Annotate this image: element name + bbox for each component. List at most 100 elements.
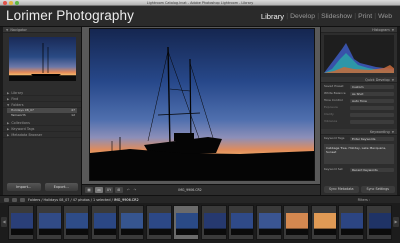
second-window-button[interactable]: [4, 197, 9, 202]
filmstrip-thumbnail[interactable]: [228, 205, 254, 240]
sunset-boat-photo: [90, 29, 314, 180]
section-library-label: Library: [11, 91, 24, 95]
collapse-triangle-icon: ▼: [391, 77, 394, 82]
thumbnail-image: [341, 213, 363, 235]
expand-triangle-icon: ▶: [7, 133, 10, 137]
right-panel: Histogram ▼ Quick Develop ▼ Saved Preset…: [320, 27, 397, 195]
filmstrip-thumbnail[interactable]: [310, 205, 337, 240]
loupe-view-button[interactable]: ▭: [95, 187, 103, 193]
import-button[interactable]: Import...: [7, 183, 41, 191]
keyword-tags-label: Keyword Tags: [324, 136, 345, 140]
module-picker: Library | Develop | Slideshow | Print | …: [259, 12, 394, 21]
qd-row-label: Exposure: [324, 105, 338, 109]
thumbnail-image: [148, 213, 171, 235]
sync-settings-button[interactable]: Sync Settings: [360, 186, 395, 193]
filmstrip-bar: Folders / Holidays 08_07 / 47 photos / 1…: [0, 195, 400, 203]
module-web[interactable]: Web: [376, 13, 394, 20]
forward-button[interactable]: [20, 197, 25, 202]
loupe-view: [82, 27, 320, 184]
qd-row-label: Tone Control: [324, 98, 343, 102]
thumbnail-image: [313, 213, 336, 235]
filmstrip-scroll-right-button[interactable]: ▶: [393, 217, 399, 227]
filmstrip-source-path[interactable]: Folders / Holidays 08_07 / 47 photos / 1…: [28, 198, 139, 202]
identity-plate: Lorimer Photography: [6, 8, 134, 23]
qd-white-balance-row: White Balance As Shot: [321, 90, 397, 97]
module-develop[interactable]: Develop: [288, 13, 317, 20]
filmstrip-thumbnail[interactable]: [145, 205, 172, 240]
saved-preset-select[interactable]: Custom: [350, 84, 394, 89]
module-library[interactable]: Library: [259, 12, 286, 21]
filmstrip-thumbnail[interactable]: [8, 205, 34, 240]
toolbar-filename: IMG_9906.CR2: [178, 188, 202, 192]
navigator-header[interactable]: ▼ Navigator: [3, 27, 81, 33]
keyword-set-select[interactable]: Recent Keywords: [350, 167, 394, 172]
filmstrip-thumbnail[interactable]: [90, 205, 117, 240]
thumbnail-image: [258, 213, 281, 235]
filmstrip-thumbnail[interactable]: [283, 205, 309, 240]
collapse-triangle-icon: ▼: [6, 27, 9, 32]
collapse-triangle-icon: ▼: [391, 27, 394, 32]
survey-view-button[interactable]: ⊞: [115, 187, 123, 193]
thumbnail-image: [203, 213, 226, 235]
vibrance-stepper[interactable]: [350, 119, 394, 124]
identity-bar: Lorimer Photography Library | Develop | …: [0, 6, 400, 27]
white-balance-select[interactable]: As Shot: [350, 91, 394, 96]
thumbnail-image: [11, 213, 33, 235]
thumbnail-image: [176, 213, 198, 235]
grid-view-button[interactable]: ▦: [85, 187, 93, 193]
keywording-title: Keywording: [369, 129, 390, 134]
keyword-tags-select[interactable]: Enter Keywords: [350, 136, 394, 141]
section-keyword-tags-label: Keyword Tags: [11, 127, 35, 131]
main-photo[interactable]: [89, 28, 315, 181]
filmstrip-thumbnail[interactable]: [173, 205, 199, 240]
sync-metadata-button[interactable]: Sync Metadata: [324, 186, 359, 193]
collapse-triangle-icon: ▼: [391, 129, 394, 134]
thumbnail-image: [66, 213, 88, 235]
export-button[interactable]: Export...: [44, 183, 78, 191]
foreground-shore: [90, 149, 314, 180]
exposure-stepper[interactable]: [350, 105, 394, 110]
filmstrip-scroll-left-button[interactable]: ◀: [1, 217, 7, 227]
filmstrip-path-prefix: Folders / Holidays 08_07 / 47 photos / 1…: [28, 197, 113, 202]
thumbnail-image: [121, 213, 143, 235]
right-panel-buttons: Sync Metadata Sync Settings: [321, 184, 398, 195]
keyword-set-label: Keyword Set: [324, 167, 343, 171]
qd-row-label: White Balance: [324, 91, 346, 95]
filmstrip-thumbnail[interactable]: [255, 205, 282, 240]
filmstrip-thumbnail[interactable]: [35, 205, 62, 240]
filmstrip-thumbnail[interactable]: [365, 205, 392, 240]
rotate-left-icon[interactable]: ↶: [127, 188, 130, 192]
module-print[interactable]: Print: [356, 13, 374, 20]
section-metadata-browser[interactable]: ▶ Metadata Browser: [3, 132, 81, 138]
compare-view-button[interactable]: XY: [105, 187, 113, 193]
library-toolbar: ▦ ▭ XY ⊞ ↶ ↷ IMG_9906.CR2: [82, 184, 320, 195]
thumbnail-image: [368, 213, 391, 235]
auto-tone-button[interactable]: Auto Tone: [350, 98, 394, 103]
qd-row-label: Clarity: [324, 112, 334, 116]
module-slideshow[interactable]: Slideshow: [319, 13, 354, 20]
collapse-triangle-icon: ▼: [7, 103, 10, 107]
filmstrip: ◀ ▶: [0, 203, 400, 243]
left-panel: ▼ Navigator ▶ Library ▶ Find ▼ Folders Holi…: [3, 27, 82, 195]
keywords-textarea[interactable]: Cabbage Tree, Holiday, Lake Macquarie, S…: [324, 144, 394, 164]
expand-triangle-icon: ▶: [7, 121, 10, 125]
rotate-right-icon[interactable]: ↷: [134, 188, 137, 192]
keyword-set-row: Keyword Set Recent Keywords: [321, 166, 397, 173]
section-find-label: Find: [11, 97, 19, 101]
folder-count: 12: [71, 113, 75, 117]
filmstrip-thumbnail[interactable]: [338, 205, 364, 240]
section-metadata-browser-label: Metadata Browser: [11, 133, 43, 137]
filmstrip-thumbnail[interactable]: [200, 205, 227, 240]
qd-exposure-row: Exposure: [321, 104, 397, 111]
back-button[interactable]: [12, 197, 17, 202]
clarity-stepper[interactable]: [350, 112, 394, 117]
filmstrip-thumbnail[interactable]: [118, 205, 144, 240]
histogram-header[interactable]: Histogram ▼: [321, 27, 397, 33]
filmstrip-path-file: IMG_9906.CR2: [113, 197, 139, 202]
navigator-preview[interactable]: [9, 37, 76, 81]
keyword-tags-row: Keyword Tags Enter Keywords: [321, 135, 397, 142]
qd-row-label: Saved Preset: [324, 84, 344, 88]
thumbnail-image: [38, 213, 61, 235]
filmstrip-thumbnail[interactable]: [63, 205, 89, 240]
navigator-title: Navigator: [10, 27, 27, 32]
